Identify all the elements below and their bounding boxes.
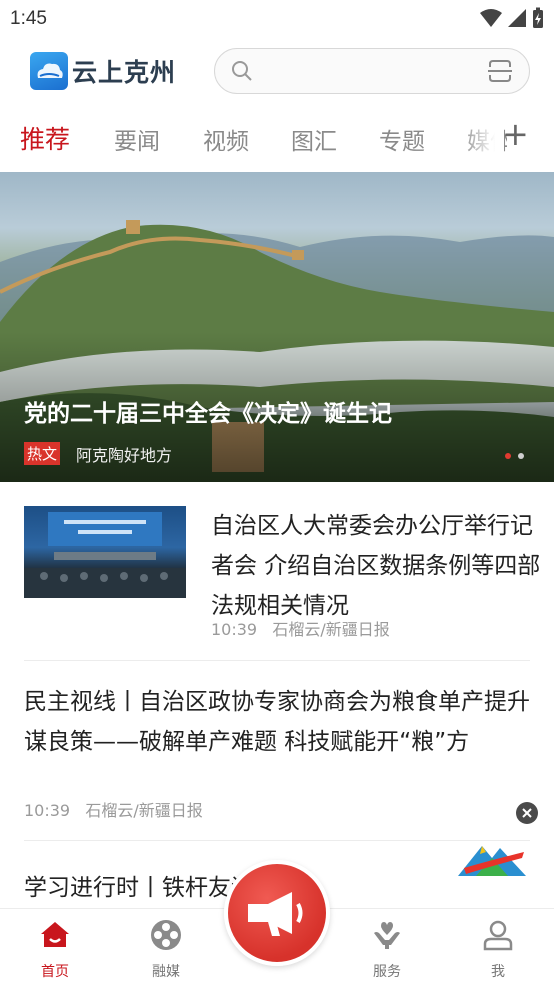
tab-video[interactable]: 视频: [203, 122, 249, 156]
search-icon: [232, 61, 252, 81]
nav-label: 我: [491, 964, 505, 980]
nav-home[interactable]: 首页: [10, 909, 100, 984]
battery-icon: [533, 7, 543, 28]
nav-label: 首页: [41, 964, 69, 980]
news-title[interactable]: 民主视线丨自治区政协专家协商会为粮食单产提升谋良策——破解单产难题 科技赋能开“…: [24, 682, 534, 762]
banner-title: 党的二十届三中全会《决定》诞生记: [24, 401, 392, 427]
news-source: 石榴云/新疆日报: [85, 801, 203, 820]
app-logo-icon: [30, 52, 68, 90]
signal-icon: [508, 9, 526, 27]
carousel-dot: [518, 453, 524, 459]
nav-label: 服务: [373, 964, 401, 980]
add-channel-icon[interactable]: +: [502, 118, 529, 150]
home-icon: [41, 922, 69, 947]
app-name: 云上克州: [72, 58, 177, 87]
scan-icon[interactable]: [487, 58, 513, 84]
tab-gallery[interactable]: 图汇: [291, 122, 337, 156]
news-time: 10:39: [24, 801, 71, 820]
banner-source: 阿克陶好地方: [76, 446, 173, 465]
news-item[interactable]: 自治区人大常委会办公厅举行记者会 介绍自治区数据条例等四部法规相关情况 10:3…: [0, 482, 554, 662]
user-icon: [483, 920, 513, 951]
search-input[interactable]: [214, 48, 530, 94]
heart-hand-icon: [374, 922, 400, 949]
tab-topics[interactable]: 专题: [379, 122, 425, 156]
tab-fade: [460, 108, 504, 170]
tab-recommend[interactable]: 推荐: [20, 120, 70, 156]
news-source: 石榴云/新疆日报: [272, 620, 390, 639]
hot-badge: 热文: [24, 442, 61, 465]
nav-media[interactable]: 融媒: [121, 909, 211, 984]
news-thumbnail: [24, 506, 186, 598]
news-title: 自治区人大常委会办公厅举行记者会 介绍自治区数据条例等四部法规相关情况: [211, 513, 541, 619]
app-header: 云上克州: [0, 38, 554, 106]
carousel-dot-active: [505, 453, 511, 459]
film-reel-icon: [151, 920, 181, 950]
status-time: 1:45: [10, 8, 47, 29]
status-icons: [480, 7, 544, 29]
megaphone-icon: [248, 892, 303, 936]
news-meta: 10:39 石榴云/新疆日报: [211, 616, 390, 640]
channel-tabs: 推荐 要闻 视频 图汇 专题 媒体 +: [0, 108, 554, 170]
floating-promo-icon[interactable]: [456, 838, 528, 882]
divider: [24, 840, 530, 841]
wifi-icon: [480, 9, 502, 27]
nav-label: 融媒: [152, 964, 180, 980]
close-float-button[interactable]: [516, 802, 538, 824]
broadcast-button[interactable]: [224, 860, 330, 966]
news-meta: 10:39 石榴云/新疆日报: [24, 797, 203, 821]
hero-banner[interactable]: 党的二十届三中全会《决定》诞生记 热文 阿克陶好地方: [0, 172, 554, 482]
tab-news[interactable]: 要闻: [114, 122, 160, 156]
nav-services[interactable]: 服务: [342, 909, 432, 984]
nav-profile[interactable]: 我: [453, 909, 543, 984]
status-bar: 1:45: [0, 0, 554, 38]
divider: [24, 660, 530, 661]
news-time: 10:39: [211, 620, 258, 639]
close-icon: [522, 808, 532, 818]
